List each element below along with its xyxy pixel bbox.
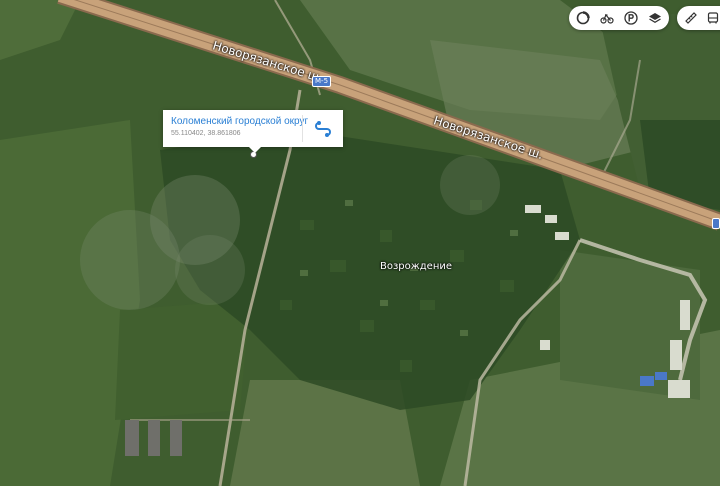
route-shield: М-5 [312, 76, 332, 87]
place-label-vozrozhdenie[interactable]: Возрождение [380, 261, 452, 272]
map-layers-icon [649, 13, 661, 24]
map-toolbar [569, 6, 669, 30]
route-shield-edge [712, 218, 720, 229]
map-layers-button[interactable] [645, 8, 665, 28]
popup-divider [302, 115, 303, 142]
route-button[interactable] [312, 118, 334, 140]
parking-button[interactable] [621, 8, 641, 28]
ruler-button[interactable] [681, 8, 701, 28]
bus-icon [707, 12, 719, 24]
bicycle-button[interactable] [597, 8, 617, 28]
location-popup: Коломенский городской округ 55.110402, 3… [163, 110, 343, 153]
popup-coordinates: 55.110402, 38.861806 [171, 130, 241, 137]
layers-circle-button[interactable] [573, 8, 593, 28]
parking-icon [624, 11, 638, 25]
ruler-icon [685, 12, 697, 24]
route-icon [315, 121, 331, 137]
layers-circle-icon [576, 11, 590, 25]
bus-button[interactable] [703, 8, 720, 28]
map-toolbar-secondary [677, 6, 720, 30]
popup-tail [249, 147, 261, 153]
satellite-map[interactable] [0, 0, 720, 486]
popup-title-link[interactable]: Коломенский городской округ [171, 116, 308, 127]
bicycle-icon [600, 13, 614, 24]
